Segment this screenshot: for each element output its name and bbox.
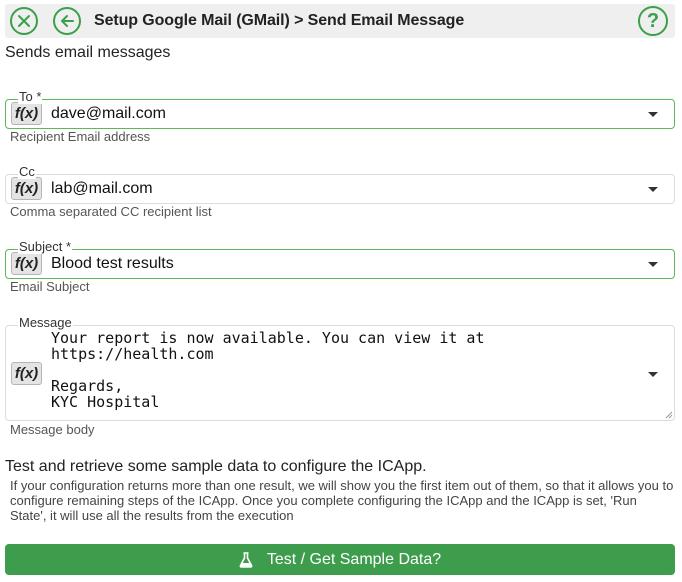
resize-handle-icon[interactable] [665, 411, 673, 419]
cc-dropdown-caret-icon[interactable] [648, 187, 658, 192]
to-field[interactable]: f(x) dave@mail.com [5, 99, 675, 129]
to-help-text: Recipient Email address [10, 129, 151, 144]
test-sample-data-button[interactable]: Test / Get Sample Data? [5, 544, 675, 575]
message-textarea[interactable]: Your report is now available. You can vi… [51, 330, 641, 410]
test-section-title: Test and retrieve some sample data to co… [5, 458, 427, 475]
help-button[interactable]: ? [638, 6, 668, 36]
subject-fx-button[interactable]: f(x) [11, 252, 42, 275]
cc-field[interactable]: f(x) lab@mail.com [5, 174, 675, 204]
to-label: To * [18, 89, 43, 104]
close-button[interactable] [10, 7, 38, 35]
test-section-note: If your configuration returns more than … [10, 478, 674, 523]
header-bar: Setup Google Mail (GMail) > Send Email M… [5, 4, 675, 38]
cc-value[interactable]: lab@mail.com [51, 180, 153, 198]
to-dropdown-caret-icon[interactable] [648, 112, 658, 117]
close-icon [18, 15, 30, 27]
page-title: Setup Google Mail (GMail) > Send Email M… [94, 12, 465, 29]
cc-help-text: Comma separated CC recipient list [10, 204, 212, 219]
action-description: Sends email messages [5, 44, 171, 61]
to-value[interactable]: dave@mail.com [51, 105, 166, 123]
cc-fx-button[interactable]: f(x) [11, 177, 42, 200]
subject-dropdown-caret-icon[interactable] [648, 262, 658, 267]
subject-help-text: Email Subject [10, 279, 90, 294]
to-fx-button[interactable]: f(x) [11, 102, 42, 125]
message-field[interactable]: f(x) Your report is now available. You c… [5, 325, 675, 421]
subject-field[interactable]: f(x) Blood test results [5, 249, 675, 279]
message-dropdown-caret-icon[interactable] [648, 372, 658, 377]
cc-label: Cc [18, 164, 36, 179]
message-help-text: Message body [10, 422, 95, 437]
subject-value[interactable]: Blood test results [51, 255, 174, 273]
back-button[interactable] [53, 7, 81, 35]
back-arrow-icon [61, 15, 74, 27]
test-button-label: Test / Get Sample Data? [266, 550, 442, 568]
subject-label: Subject * [18, 239, 73, 254]
message-label: Message [18, 315, 73, 330]
flask-icon [239, 551, 253, 568]
message-fx-button[interactable]: f(x) [11, 362, 42, 385]
help-icon: ? [646, 9, 660, 32]
